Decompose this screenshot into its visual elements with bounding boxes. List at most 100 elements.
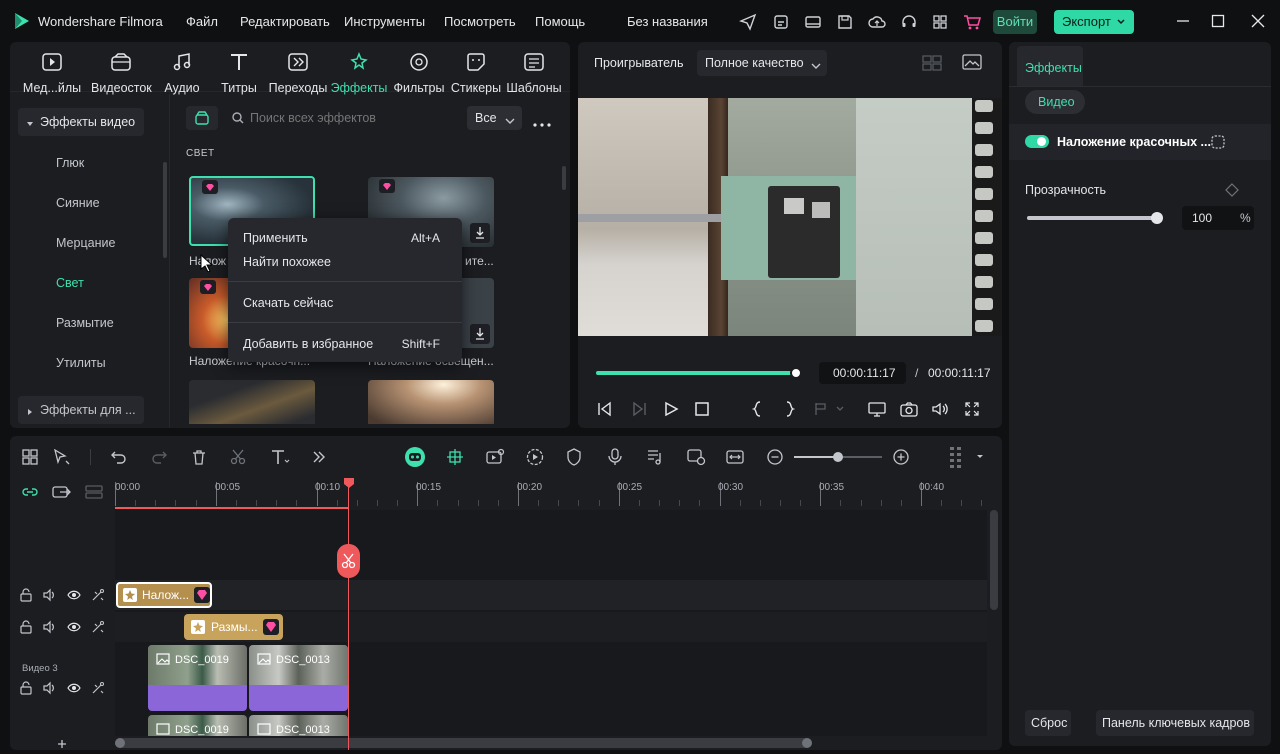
tab-stock[interactable]: Видеосток [91,48,152,95]
opacity-value-box[interactable]: 100 % [1182,206,1254,230]
save-icon[interactable] [836,13,854,31]
playback-progress-handle[interactable] [790,367,802,379]
video-clip-dsc0019[interactable]: DSC_0019 [148,645,247,711]
keyframe-diamond-icon[interactable] [1225,183,1239,200]
more-options-icon[interactable] [533,116,551,130]
effect-enable-toggle[interactable] [1025,135,1049,148]
effect-clip-overlay[interactable]: Налож... [116,582,212,608]
scrollbar-right-knob[interactable] [802,738,812,748]
speed-icon[interactable] [526,448,544,469]
ai-robot-icon[interactable] [404,446,426,471]
reset-button[interactable]: Сброс [1025,710,1071,736]
quality-dropdown[interactable]: Полное качество [697,50,827,76]
camera-snapshot-icon[interactable] [900,401,918,420]
send-icon[interactable] [739,13,757,31]
next-frame-icon[interactable] [630,401,648,420]
shield-mask-icon[interactable] [566,448,582,469]
menu-download[interactable]: Скачать сейчас [243,296,333,310]
playhead-handle[interactable] [343,477,355,492]
download-icon[interactable] [470,223,490,243]
menu-apply[interactable]: Применить [243,231,308,245]
delete-trash-icon[interactable] [191,449,207,468]
snap-magnet-icon[interactable] [446,448,464,469]
track-lock-icon[interactable] [19,620,33,637]
volume-icon[interactable] [931,401,949,420]
export-button[interactable]: Экспорт [1054,10,1134,34]
current-time-box[interactable]: 00:00:11:17 [819,362,906,384]
add-track-icon[interactable] [52,485,72,502]
auto-reframe-icon[interactable] [485,448,505,469]
cloud-file-icon[interactable] [772,13,790,31]
undo-icon[interactable] [110,449,128,468]
sidebar-scrollbar[interactable] [163,162,167,258]
effect-thumb-6[interactable] [368,380,494,424]
sidebar-item-utilities[interactable]: Утилиты [56,356,106,370]
effect-clip-blur[interactable]: Размы... [184,614,283,640]
video-clip-dsc0013[interactable]: DSC_0013 [249,645,348,711]
sidebar-group-audio-effects[interactable]: Эффекты для ... [18,396,144,424]
video-clip-dsc0013-lower[interactable]: DSC_0013 [249,715,348,736]
track-audio-icon[interactable] [43,681,57,698]
track-manager-icon[interactable] [85,485,103,502]
tab-templates[interactable]: Шаблоны [504,48,564,95]
mark-in-icon[interactable] [751,401,762,420]
headset-icon[interactable] [900,13,918,31]
tab-effects[interactable]: Эффекты [329,48,389,95]
timeline-vertical-scrollbar[interactable] [990,510,998,610]
store-button[interactable] [186,106,218,130]
cut-scissors-icon[interactable] [230,449,246,468]
select-pointer-icon[interactable] [53,448,71,468]
maximize-icon[interactable] [1211,14,1225,28]
props-subtab-video[interactable]: Видео [1025,90,1085,114]
login-button[interactable]: Войти [993,10,1037,34]
link-chain-icon[interactable] [22,485,38,502]
audio-mix-icon[interactable] [646,448,664,469]
fullscreen-icon[interactable] [965,402,979,419]
sidebar-item-flicker[interactable]: Мерцание [56,236,115,250]
tab-titles[interactable]: Титры [209,48,269,95]
track-mute-effects-icon[interactable] [91,620,105,637]
apps-grid-icon[interactable] [931,13,949,31]
track-visibility-icon[interactable] [67,621,81,636]
cart-icon[interactable] [962,13,982,31]
video-clip-dsc0019-lower[interactable]: DSC_0019 [148,715,247,736]
menu-view[interactable]: Посмотреть [444,14,516,29]
zoom-out-icon[interactable] [767,449,783,468]
timeline-horizontal-scrollbar[interactable] [115,738,812,748]
sidebar-item-blur[interactable]: Размытие [56,316,114,330]
time-ruler[interactable] [115,476,1003,506]
stop-icon[interactable] [695,402,709,419]
opacity-slider-handle[interactable] [1151,212,1163,224]
layout-grid-icon[interactable] [22,449,38,468]
effect-thumb-5[interactable] [189,380,315,424]
text-tool-icon[interactable] [270,449,290,468]
menu-file[interactable]: Файл [186,14,218,29]
track-lock-icon[interactable] [19,588,33,605]
microphone-icon[interactable] [607,448,623,469]
sidebar-item-glow[interactable]: Сияние [56,196,100,210]
zoom-slider-handle[interactable] [833,452,843,462]
playback-progress-track[interactable] [596,367,802,379]
display-icon[interactable] [868,401,886,420]
search-input[interactable] [250,106,460,130]
playhead-split-button[interactable] [337,544,360,578]
prev-frame-icon[interactable] [596,401,614,420]
menu-tools[interactable]: Инструменты [344,14,425,29]
layout-icon[interactable] [804,13,822,31]
filter-dropdown[interactable]: Все [467,106,522,130]
track-mute-effects-icon[interactable] [91,681,105,698]
video-preview[interactable] [578,98,1002,336]
zoom-slider-track[interactable] [794,452,882,462]
fit-timeline-icon[interactable] [726,448,744,469]
track-visibility-icon[interactable] [67,589,81,604]
snapshot-image-icon[interactable] [962,54,982,73]
tab-media[interactable]: Мед...йлы [22,48,82,95]
tab-stickers[interactable]: Стикеры [446,48,506,95]
play-icon[interactable] [663,401,679,420]
menu-help[interactable]: Помощь [535,14,585,29]
props-tab-effects[interactable]: Эффекты [1017,46,1083,86]
opacity-slider-track[interactable] [1027,212,1163,224]
grid-scrollbar[interactable] [562,166,566,190]
marker-icon[interactable] [814,402,844,419]
keyframe-panel-button[interactable]: Панель ключевых кадров [1096,710,1254,736]
